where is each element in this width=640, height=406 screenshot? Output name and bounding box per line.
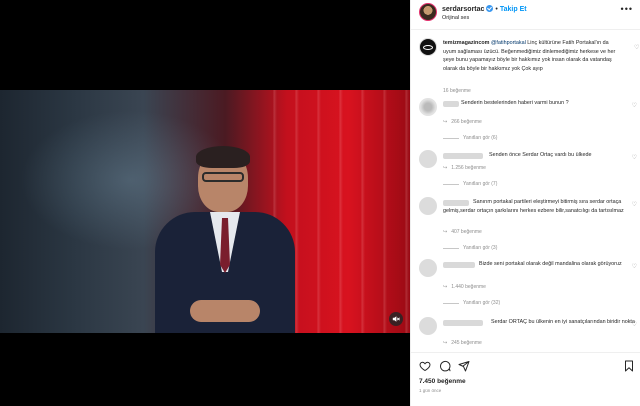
post-actions: 7.450 beğenme 1 gün önce	[411, 352, 640, 406]
comment-like-heart-icon[interactable]: ♡	[632, 154, 637, 161]
commenter-username-redacted[interactable]	[443, 153, 483, 159]
mute-icon	[392, 316, 400, 322]
presenter-hands	[190, 300, 260, 322]
video-player[interactable]	[0, 90, 410, 333]
comment-text: Sanırım portakal partileri eleştirmeyi b…	[443, 199, 624, 214]
verified-icon	[486, 5, 494, 12]
post-sidebar: serdarsortac • Takip Et Orijinal ses ••• t…	[410, 0, 640, 406]
presenter-hair	[196, 146, 250, 168]
commenter-username-redacted[interactable]	[443, 101, 459, 107]
caption-likes[interactable]: 16 beğenme	[443, 88, 471, 94]
replies-divider	[443, 302, 459, 304]
view-replies[interactable]: Yanıtları gör (32)	[443, 300, 500, 306]
comment-meta: ↪ 245 beğenme	[443, 340, 482, 346]
author-avatar[interactable]	[419, 3, 437, 21]
reply-icon: ↪	[443, 119, 448, 125]
post-header: serdarsortac • Takip Et Orijinal ses •••	[411, 0, 640, 30]
total-likes[interactable]: 7.450 beğenme	[419, 378, 466, 385]
commenter-avatar[interactable]	[419, 197, 437, 215]
view-replies[interactable]: Yanıtları gör (6)	[443, 135, 497, 141]
presenter-figure	[150, 146, 300, 333]
replies-divider	[443, 137, 459, 139]
caption-like-heart-icon[interactable]: ♡	[634, 44, 639, 51]
view-replies-label[interactable]: Yanıtları gör (3)	[463, 245, 497, 251]
audio-label[interactable]: Orijinal ses	[442, 15, 469, 21]
caption-author-avatar[interactable]	[419, 38, 437, 56]
separator-dot: •	[495, 6, 498, 13]
reply-icon: ↪	[443, 340, 448, 346]
commenter-avatar[interactable]	[419, 259, 437, 277]
comment-meta: ↪ 266 beğenme	[443, 119, 482, 125]
presenter-glasses	[202, 172, 244, 182]
comment-likes[interactable]: 245 beğenme	[451, 340, 482, 346]
media-pane	[0, 0, 410, 406]
share-icon[interactable]	[458, 359, 470, 372]
comment-text: Serdar ORTAÇ bu ülkenin en iyi sanatçıla…	[491, 319, 635, 325]
comment-text: Bizde seni portakal olarak değil mandali…	[479, 261, 622, 267]
reply-icon: ↪	[443, 229, 448, 235]
comment-likes[interactable]: 266 beğenme	[451, 119, 482, 125]
follow-button[interactable]: Takip Et	[500, 6, 527, 13]
author-username: serdarsortac • Takip Et	[442, 5, 527, 13]
replies-divider	[443, 183, 459, 185]
view-replies[interactable]: Yanıtları gör (3)	[443, 245, 497, 251]
commenter-avatar[interactable]	[419, 317, 437, 335]
heart-icon[interactable]	[419, 359, 431, 372]
commenter-avatar[interactable]	[419, 98, 437, 116]
comment-like-heart-icon[interactable]: ♡	[632, 102, 637, 109]
comment-meta: ↪ 407 beğenme	[443, 229, 482, 235]
view-replies-label[interactable]: Yanıtları gör (6)	[463, 135, 497, 141]
comment-icon[interactable]	[439, 359, 451, 372]
view-replies-label[interactable]: Yanıtları gör (7)	[463, 181, 497, 187]
post-time: 1 gün önce	[419, 388, 442, 393]
replies-divider	[443, 247, 459, 249]
reply-icon: ↪	[443, 165, 448, 171]
commenter-avatar[interactable]	[419, 150, 437, 168]
comment-like-heart-icon[interactable]: ♡	[632, 321, 637, 328]
comment-meta: ↪ 1.440 beğenme	[443, 284, 486, 290]
comment-likes[interactable]: 1.256 beğenme	[451, 165, 486, 171]
mute-button[interactable]	[389, 312, 403, 326]
more-options-icon[interactable]: •••	[621, 5, 633, 14]
bookmark-icon[interactable]	[623, 359, 635, 372]
view-replies-label[interactable]: Yanıtları gör (32)	[463, 300, 500, 306]
instagram-post-view: serdarsortac • Takip Et Orijinal ses ••• t…	[0, 0, 640, 406]
caption-username[interactable]: temizmagazincom	[443, 40, 489, 46]
caption-mention[interactable]: @fatihportakal	[491, 40, 526, 46]
view-replies[interactable]: Yanıtları gör (7)	[443, 181, 497, 187]
comment-likes[interactable]: 407 beğenme	[451, 229, 482, 235]
comment-like-heart-icon[interactable]: ♡	[632, 263, 637, 270]
comment-like-heart-icon[interactable]: ♡	[632, 201, 637, 208]
author-username-link[interactable]: serdarsortac	[442, 6, 484, 13]
comment-text: Senden önce Serdar Ortaç vardı bu ülkede	[489, 152, 592, 158]
caption-text: temizmagazincom @fatihportakal Linç kült…	[443, 39, 623, 74]
comment-likes[interactable]: 1.440 beğenme	[451, 284, 486, 290]
comment-meta: ↪ 1.256 beğenme	[443, 165, 486, 171]
comment-text: Senderin bestelerinden haberi varmi bunu…	[461, 100, 569, 106]
reply-icon: ↪	[443, 284, 448, 290]
